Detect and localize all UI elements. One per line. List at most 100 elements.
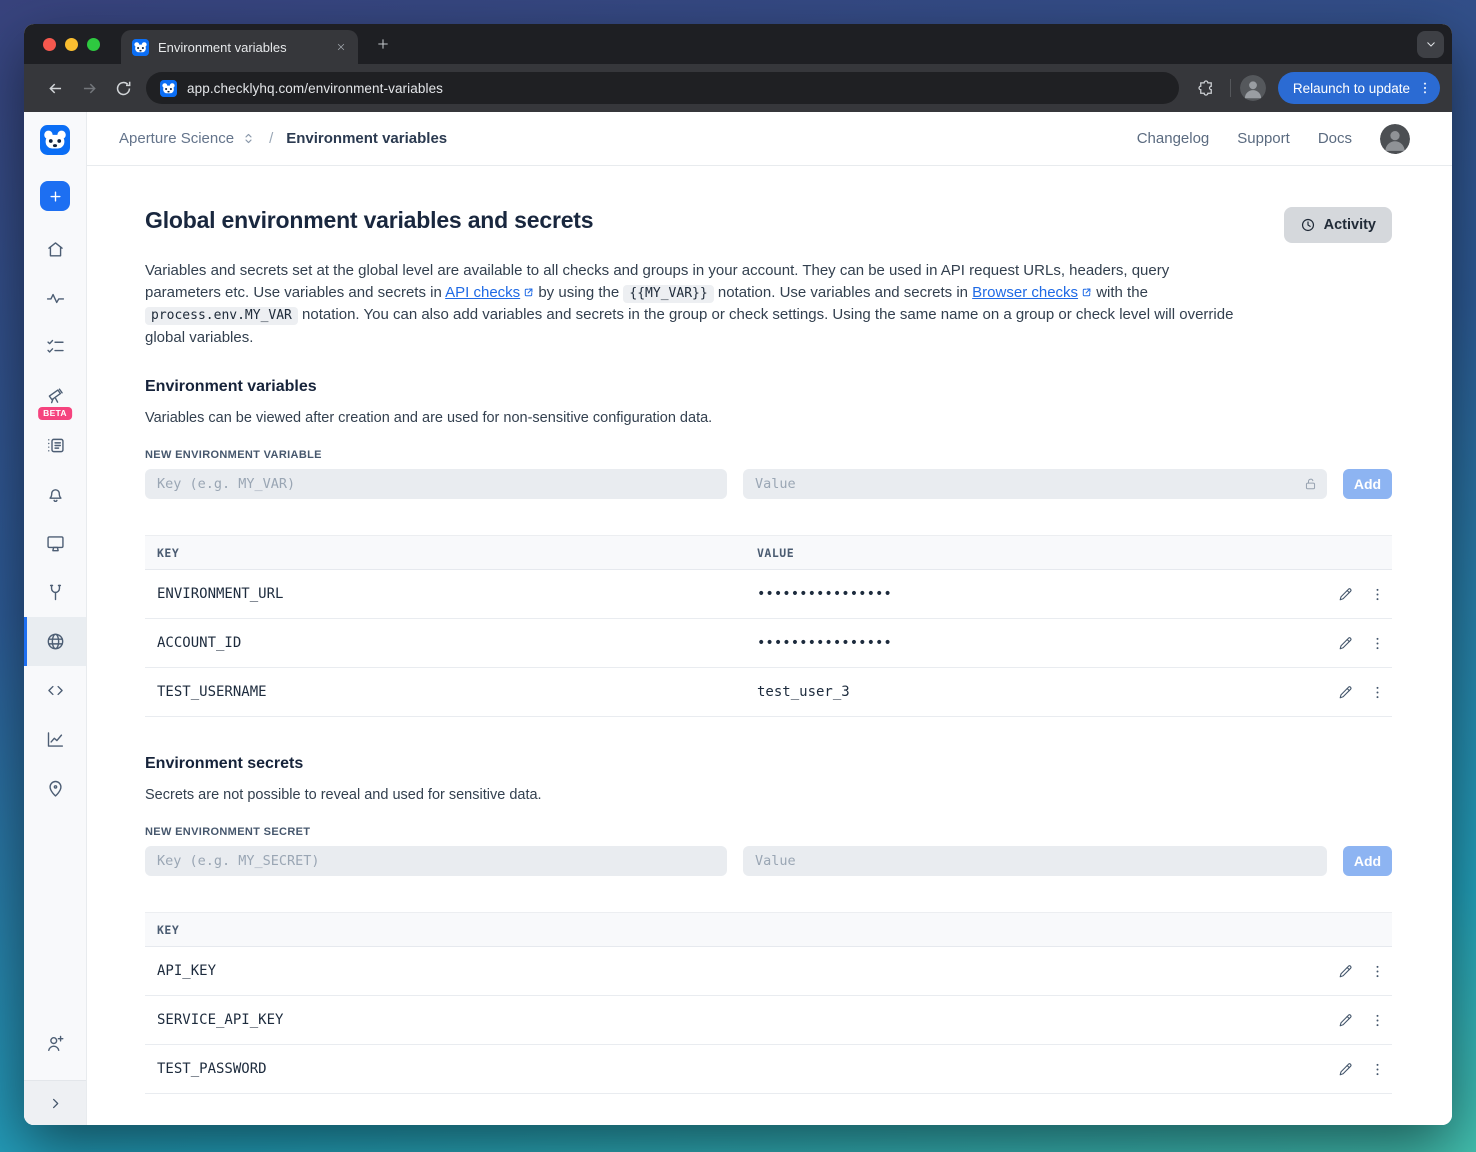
account-name: Aperture Science (119, 130, 235, 147)
browser-tab[interactable]: Environment variables (121, 30, 358, 64)
changelog-link[interactable]: Changelog (1137, 130, 1210, 147)
edit-button[interactable] (1332, 1056, 1358, 1082)
pencil-icon (1339, 685, 1351, 698)
sidebar-item-dashboards[interactable] (24, 519, 86, 568)
edit-button[interactable] (1332, 581, 1358, 607)
pencil-icon (1339, 964, 1351, 977)
sidebar-item-home[interactable] (24, 225, 86, 274)
zoom-button[interactable] (87, 37, 100, 51)
sidebar-expand-button[interactable] (24, 1080, 86, 1125)
secret-key: SERVICE_API_KEY (157, 1012, 284, 1028)
variables-table: KEY VALUE ENVIRONMENT_URL ••••••••••••••… (145, 535, 1392, 717)
edit-button[interactable] (1332, 958, 1358, 984)
chevron-right-icon (52, 1098, 58, 1108)
sidebar-item-checks[interactable] (24, 323, 86, 372)
minimize-button[interactable] (65, 37, 78, 51)
page-description: Variables and secrets set at the global … (145, 262, 1234, 346)
extensions-icon[interactable] (1191, 73, 1221, 103)
user-avatar[interactable] (1380, 123, 1410, 154)
beta-badge: BETA (38, 406, 72, 420)
telescope-icon (48, 388, 63, 404)
variable-key-input[interactable] (145, 469, 727, 499)
tab-search-chevron-icon[interactable] (1417, 30, 1444, 58)
code-icon (47, 685, 63, 696)
back-icon[interactable] (38, 71, 72, 105)
browser-profile-avatar[interactable] (1239, 75, 1266, 101)
reload-icon[interactable] (106, 71, 140, 105)
secret-value-input[interactable] (743, 846, 1327, 876)
edit-button[interactable] (1332, 630, 1358, 656)
secret-row: SERVICE_API_KEY (145, 996, 1392, 1045)
row-menu-button[interactable] (1364, 1007, 1390, 1033)
environment-variables-section: Environment variables Variables can be v… (145, 378, 1392, 717)
support-link[interactable]: Support (1237, 130, 1290, 147)
variable-value-input[interactable] (743, 469, 1327, 499)
browser-window: Environment variables app.checklyhq.com/… (24, 24, 1452, 1125)
external-link-icon (1081, 287, 1092, 298)
edit-button[interactable] (1332, 679, 1358, 705)
secret-key: TEST_PASSWORD (157, 1061, 267, 1077)
sidebar: BETA (24, 112, 87, 1125)
add-variable-button[interactable]: Add (1343, 469, 1392, 499)
tab-close-icon[interactable] (332, 38, 350, 56)
api-checks-link[interactable]: API checks (445, 284, 520, 301)
sidebar-item-private-locations[interactable] (24, 764, 86, 813)
account-switcher[interactable]: Aperture Science (119, 130, 256, 147)
browser-checks-link[interactable]: Browser checks (972, 284, 1078, 301)
plus-icon (49, 190, 61, 202)
tab-title: Environment variables (158, 39, 287, 55)
edit-button[interactable] (1332, 1007, 1358, 1033)
sidebar-nav: BETA (24, 225, 86, 813)
sidebar-item-maintenance[interactable] (24, 568, 86, 617)
secret-key-input[interactable] (145, 846, 727, 876)
user-plus-icon (47, 1035, 63, 1052)
wrench-icon (49, 584, 61, 601)
variables-heading: Environment variables (145, 378, 317, 395)
forward-icon[interactable] (72, 71, 106, 105)
variable-value: •••••••••••••••• (757, 586, 892, 602)
variable-row: ENVIRONMENT_URL •••••••••••••••• (145, 570, 1392, 619)
inline-code: process.env.MY_VAR (145, 307, 298, 325)
row-menu-button[interactable] (1364, 958, 1390, 984)
invite-user-button[interactable] (24, 1019, 86, 1068)
row-menu-button[interactable] (1364, 679, 1390, 705)
secrets-heading: Environment secrets (145, 755, 304, 772)
row-menu-button[interactable] (1364, 630, 1390, 656)
activity-button-label: Activity (1323, 217, 1376, 233)
secrets-description: Secrets are not possible to reveal and u… (145, 787, 542, 803)
add-secret-button[interactable]: Add (1343, 846, 1392, 876)
column-header-key: KEY (157, 545, 180, 560)
create-new-button[interactable] (40, 181, 70, 211)
close-button[interactable] (43, 37, 56, 51)
address-bar[interactable]: app.checklyhq.com/environment-variables (146, 72, 1179, 104)
checkly-app: BETA Aperture Science / Environment vari… (24, 112, 1452, 1125)
window-controls (24, 24, 100, 64)
sidebar-item-environment-variables[interactable] (24, 617, 86, 666)
checkly-favicon-icon (160, 79, 177, 97)
checkly-logo[interactable] (40, 125, 70, 155)
activity-button[interactable]: Activity (1283, 207, 1392, 243)
row-menu-button[interactable] (1364, 581, 1390, 607)
breadcrumb-separator: / (269, 130, 274, 147)
sidebar-item-snippets[interactable] (24, 666, 86, 715)
sidebar-item-monitors[interactable] (24, 274, 86, 323)
sidebar-item-explore-beta[interactable]: BETA (24, 372, 86, 421)
docs-link[interactable]: Docs (1318, 130, 1352, 147)
pencil-icon (1339, 587, 1351, 600)
sidebar-item-analytics[interactable] (24, 715, 86, 764)
sidebar-item-test-sessions[interactable] (24, 421, 86, 470)
checkly-favicon-icon (132, 38, 149, 56)
app-content-column: Aperture Science / Environment variables… (87, 112, 1452, 1125)
new-secret-label: NEW ENVIRONMENT SECRET (145, 826, 311, 838)
toolbar-divider (1229, 79, 1231, 97)
new-tab-button[interactable] (370, 31, 396, 57)
kebab-menu-icon (1376, 686, 1378, 698)
row-menu-button[interactable] (1364, 1056, 1390, 1082)
relaunch-to-update-button[interactable]: Relaunch to update (1277, 72, 1440, 104)
variable-key: TEST_USERNAME (157, 684, 267, 700)
inline-code: {{MY_VAR}} (623, 284, 714, 303)
line-chart-icon (47, 732, 63, 747)
sidebar-item-alerts[interactable] (24, 470, 86, 519)
environment-secrets-section: Environment secrets Secrets are not poss… (145, 755, 1392, 1094)
kebab-menu-icon (1376, 1014, 1378, 1026)
